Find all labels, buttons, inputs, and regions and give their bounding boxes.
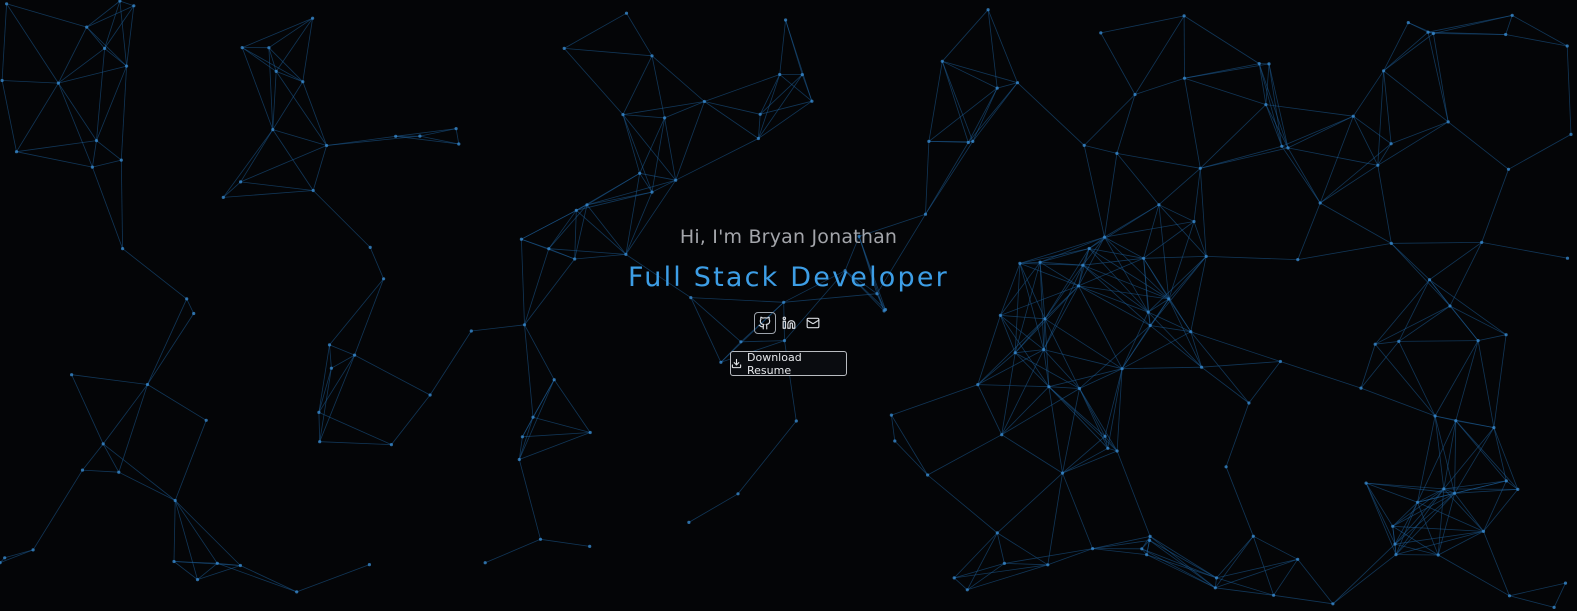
github-icon [758,316,772,330]
social-links [754,312,823,334]
download-resume-button[interactable]: Download Resume [730,350,847,377]
greeting-text: Hi, I'm Bryan Jonathan [679,226,898,248]
download-icon [731,358,742,369]
linkedin-icon [782,316,796,330]
linkedin-link[interactable] [779,313,799,333]
role-title: Full Stack Developer [628,262,949,293]
mail-icon [806,316,820,330]
email-link[interactable] [803,313,823,333]
download-resume-label: Download Resume [747,350,802,377]
github-link[interactable] [754,312,776,334]
hero-content: Hi, I'm Bryan Jonathan Full Stack Develo… [0,0,1577,611]
hero-section: Hi, I'm Bryan Jonathan Full Stack Develo… [0,0,1577,611]
